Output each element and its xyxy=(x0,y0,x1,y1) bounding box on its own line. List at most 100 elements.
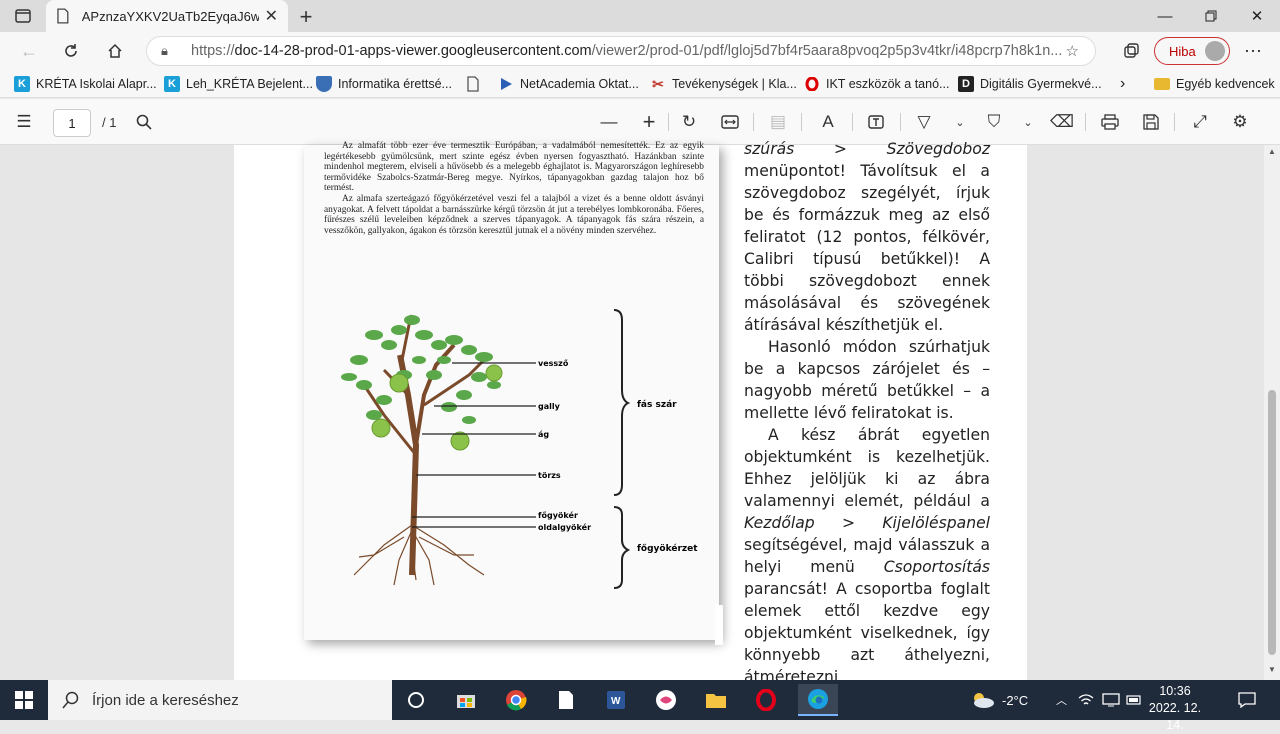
paragraph-text: parancsát! A csoportba foglalt elemek et… xyxy=(744,580,990,686)
apple-tree-diagram: vessző gally ág törzs főgyökér oldalgyök… xyxy=(341,309,698,589)
bookmark-item[interactable]: K Leh_KRÉTA Bejelent... xyxy=(164,75,313,93)
page-icon xyxy=(467,76,479,92)
draw-icon[interactable]: ▽ xyxy=(912,111,936,133)
settings-gear-icon[interactable]: ⚙ xyxy=(1228,111,1252,133)
scroll-down-icon[interactable]: ▼ xyxy=(1268,665,1276,674)
page-total: / 1 xyxy=(102,115,117,130)
home-button[interactable] xyxy=(102,39,128,63)
folder-icon xyxy=(1154,78,1170,90)
task-view-icon[interactable] xyxy=(396,684,436,716)
store-icon[interactable] xyxy=(446,684,486,716)
label-fogyoker: főgyökér xyxy=(538,510,578,520)
toolbar-divider xyxy=(1174,113,1175,131)
contents-list-icon[interactable]: ☰ xyxy=(12,111,36,133)
chevron-down-icon[interactable]: ⌄ xyxy=(1016,111,1040,133)
zoom-out-icon[interactable]: — xyxy=(597,111,621,133)
label-torzs: törzs xyxy=(538,471,561,480)
more-menu-icon[interactable]: ⋯ xyxy=(1240,39,1266,63)
document-icon xyxy=(57,8,69,24)
label-fogyokerzet: főgyökérzet xyxy=(637,543,698,554)
opera-icon[interactable] xyxy=(746,684,786,716)
file-explorer-icon[interactable] xyxy=(696,684,736,716)
browser-tab[interactable]: APznzaYXKV2UaTb2EyqaJ6wq_E ✕ xyxy=(46,0,288,32)
restore-button[interactable] xyxy=(1188,0,1234,32)
bookmark-item[interactable]: NetAcademia Oktat... xyxy=(498,75,639,93)
tab-actions-icon[interactable] xyxy=(12,6,34,26)
zoom-in-icon[interactable]: + xyxy=(637,109,661,134)
fit-width-icon[interactable] xyxy=(718,111,742,133)
network-icon[interactable] xyxy=(1078,680,1094,720)
eraser-icon[interactable]: ⌫ xyxy=(1050,111,1074,133)
collections-icon[interactable] xyxy=(1118,39,1144,63)
show-hidden-icons-icon[interactable]: ︿ xyxy=(1056,680,1067,720)
scrollbar-thumb[interactable] xyxy=(1268,390,1276,655)
page-view-icon[interactable]: ▤ xyxy=(766,111,790,133)
expand-icon[interactable]: ⤢ xyxy=(1188,111,1212,133)
close-window-button[interactable]: ✕ xyxy=(1234,0,1280,32)
scroll-up-icon[interactable]: ▲ xyxy=(1268,147,1276,156)
play-icon xyxy=(498,76,514,92)
menu-path-text: Kezdőlap > Kijelöléspanel xyxy=(744,514,990,532)
back-button[interactable]: ← xyxy=(16,39,42,63)
print-icon[interactable] xyxy=(1098,111,1122,133)
apple xyxy=(389,373,409,393)
close-tab-icon[interactable]: ✕ xyxy=(265,6,278,26)
bookmarks-overflow-icon[interactable]: › xyxy=(1120,75,1125,93)
minimize-button[interactable]: — xyxy=(1142,0,1188,32)
windows-start-icon[interactable] xyxy=(0,680,48,720)
toolbar-divider xyxy=(753,113,754,131)
tab-title: APznzaYXKV2UaTb2EyqaJ6wq_E xyxy=(81,8,259,24)
highlight-icon[interactable]: ⛉ xyxy=(982,111,1006,133)
clock-time: 10:36 xyxy=(1159,684,1191,698)
rotate-icon[interactable]: ↻ xyxy=(677,111,701,133)
home-icon xyxy=(108,43,122,58)
text-box-icon[interactable] xyxy=(864,111,888,133)
chrome-icon[interactable] xyxy=(496,684,536,716)
search-icon xyxy=(62,691,79,709)
bookmark-item[interactable]: ✂ Tevékenységek | Kla... xyxy=(650,75,797,93)
notifications-icon[interactable] xyxy=(1238,680,1256,720)
address-input[interactable]: 🔒︎ https://doc-14-28-prod-01-apps-viewer… xyxy=(146,36,1096,66)
brace-fas-szar xyxy=(613,309,631,496)
favorite-star-icon[interactable]: ☆ xyxy=(1066,42,1079,60)
bookmark-item[interactable]: Informatika érettsé... xyxy=(316,75,452,93)
reload-button[interactable] xyxy=(58,39,84,63)
right-column-text: szúrás > Szövegdoboz menüpontot! Távolít… xyxy=(744,138,990,688)
bookmark-folder[interactable]: Egyéb kedvencek xyxy=(1154,75,1275,93)
bookmark-item[interactable] xyxy=(466,75,480,93)
menu-path-text: szúrás > Szövegdoboz xyxy=(744,140,990,158)
bookmark-item[interactable]: K KRÉTA Iskolai Alapr... xyxy=(14,75,157,93)
paragraph-text: A kész ábrát egyetlen objektumként is ke… xyxy=(744,426,990,510)
address-toolbar: ← 🔒︎ https://doc-14-28-prod-01-apps-view… xyxy=(0,32,1280,70)
system-clock[interactable]: 10:36 2022. 12. 14. xyxy=(1140,683,1210,734)
tools-icon: ✂ xyxy=(652,75,664,92)
clock-date: 2022. 12. 14. xyxy=(1148,701,1202,732)
cloud-icon xyxy=(974,693,994,708)
profile-button[interactable]: Hiba xyxy=(1154,37,1230,65)
chevron-down-icon[interactable]: ⌄ xyxy=(948,111,972,133)
label-oldalgyoker: oldalgyökér xyxy=(538,522,591,532)
page-number-input[interactable]: 1 xyxy=(53,109,91,137)
file-icon[interactable] xyxy=(546,684,586,716)
svg-text:W: W xyxy=(611,696,621,707)
search-icon[interactable] xyxy=(132,111,156,133)
taskbar-search-input[interactable]: Írjon ide a kereséshez xyxy=(48,680,392,720)
bookmark-item[interactable]: IKT eszközök a tanó... xyxy=(804,75,949,93)
read-aloud-icon[interactable]: A͏︎ xyxy=(816,111,840,133)
weather-widget[interactable]: -2°C xyxy=(970,680,1028,720)
lock-icon: 🔒︎ xyxy=(161,43,168,58)
new-tab-button[interactable]: + xyxy=(294,4,318,30)
edge-icon[interactable] xyxy=(798,684,838,716)
vertical-scrollbar[interactable]: ▲ ▼ xyxy=(1264,145,1280,680)
word-icon[interactable]: W xyxy=(596,684,636,716)
scanned-textbook-image: Az almafát több ezer éve termesztik Euró… xyxy=(304,141,719,640)
display-icon[interactable] xyxy=(1102,680,1120,720)
paragraph-text: menüpontot! Távolítsuk el a szövegdoboz … xyxy=(744,162,990,334)
bookmark-item[interactable]: D Digitális Gyermekvé... xyxy=(958,75,1102,93)
save-icon[interactable] xyxy=(1139,111,1163,133)
bookmark-label: KRÉTA Iskolai Alapr... xyxy=(36,77,157,91)
apple xyxy=(485,364,503,382)
label-vesszo: vessző xyxy=(538,359,569,368)
app-icon[interactable] xyxy=(646,684,686,716)
label-fas-szar: fás szár xyxy=(637,400,677,410)
